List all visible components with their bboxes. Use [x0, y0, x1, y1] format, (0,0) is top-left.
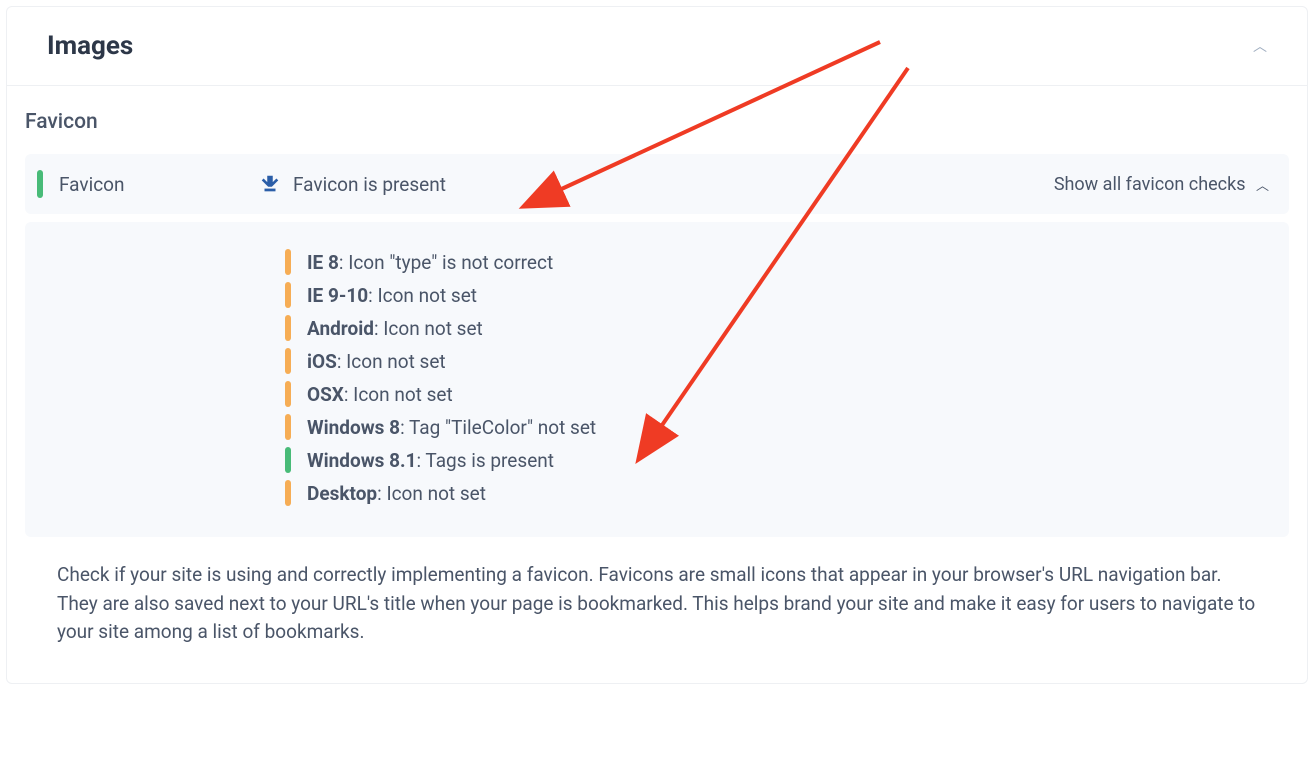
check-text: Desktop: Icon not set	[307, 482, 486, 505]
description-line: Check if your site is using and correctl…	[57, 561, 1257, 590]
summary-label: Favicon	[59, 173, 259, 196]
check-message: : Icon not set	[374, 317, 483, 340]
check-item: IE 8: Icon "type" is not correct	[285, 249, 1269, 275]
check-message: : Tags is present	[416, 449, 554, 472]
check-item: Windows 8: Tag "TileColor" not set	[285, 414, 1269, 440]
check-text: Android: Icon not set	[307, 317, 483, 340]
check-item: Android: Icon not set	[285, 315, 1269, 341]
check-message: : Icon not set	[344, 383, 453, 406]
check-label: Android	[307, 317, 374, 340]
toggle-label: Show all favicon checks	[1054, 174, 1246, 195]
check-label: Desktop	[307, 482, 377, 505]
status-indicator	[285, 249, 291, 275]
check-message: : Icon not set	[368, 284, 477, 307]
chevron-up-icon: ︿	[1256, 179, 1269, 194]
check-message: : Tag "TileColor" not set	[400, 416, 596, 439]
panel-title: Images	[47, 31, 133, 61]
check-item: Windows 8.1: Tags is present	[285, 447, 1269, 473]
summary-value-text: Favicon is present	[293, 173, 446, 196]
description-line: They are also saved next to your URL's t…	[57, 590, 1257, 647]
favicon-summary-row: Favicon Favicon is present Show all favi…	[25, 154, 1289, 214]
favicon-checks-list: IE 8: Icon "type" is not correct IE 9-10:…	[25, 222, 1289, 537]
check-text: IE 8: Icon "type" is not correct	[307, 251, 553, 274]
check-message: : Icon "type" is not correct	[339, 251, 553, 274]
check-message: : Icon not set	[337, 350, 446, 373]
check-label: iOS	[307, 350, 337, 373]
chevron-up-icon[interactable]: ︿	[1253, 36, 1267, 56]
check-text: Windows 8: Tag "TileColor" not set	[307, 416, 596, 439]
check-text: IE 9-10: Icon not set	[307, 284, 477, 307]
check-item: iOS: Icon not set	[285, 348, 1269, 374]
show-all-checks-toggle[interactable]: Show all favicon checks ︿	[1054, 174, 1269, 195]
panel-header[interactable]: Images ︿	[7, 7, 1307, 86]
check-text: Windows 8.1: Tags is present	[307, 449, 554, 472]
status-indicator	[285, 381, 291, 407]
status-indicator	[285, 480, 291, 506]
check-item: Desktop: Icon not set	[285, 480, 1269, 506]
status-indicator	[285, 282, 291, 308]
images-panel: Images ︿ Favicon Favicon Favicon is pres…	[6, 6, 1308, 684]
check-label: IE 9-10	[307, 284, 368, 307]
check-text: iOS: Icon not set	[307, 350, 446, 373]
favicon-section: Favicon Favicon Favicon is present Show …	[7, 86, 1307, 683]
status-indicator	[285, 348, 291, 374]
summary-value: Favicon is present	[259, 173, 446, 196]
check-label: IE 8	[307, 251, 339, 274]
status-indicator	[37, 170, 43, 198]
check-label: OSX	[307, 383, 344, 406]
favicon-icon	[259, 173, 281, 195]
check-message: : Icon not set	[377, 482, 486, 505]
check-label: Windows 8.1	[307, 449, 416, 472]
check-text: OSX: Icon not set	[307, 383, 453, 406]
status-indicator	[285, 447, 291, 473]
status-indicator	[285, 315, 291, 341]
section-title: Favicon	[25, 110, 1289, 134]
check-item: IE 9-10: Icon not set	[285, 282, 1269, 308]
check-label: Windows 8	[307, 416, 400, 439]
favicon-description: Check if your site is using and correctl…	[25, 561, 1289, 647]
check-item: OSX: Icon not set	[285, 381, 1269, 407]
status-indicator	[285, 414, 291, 440]
